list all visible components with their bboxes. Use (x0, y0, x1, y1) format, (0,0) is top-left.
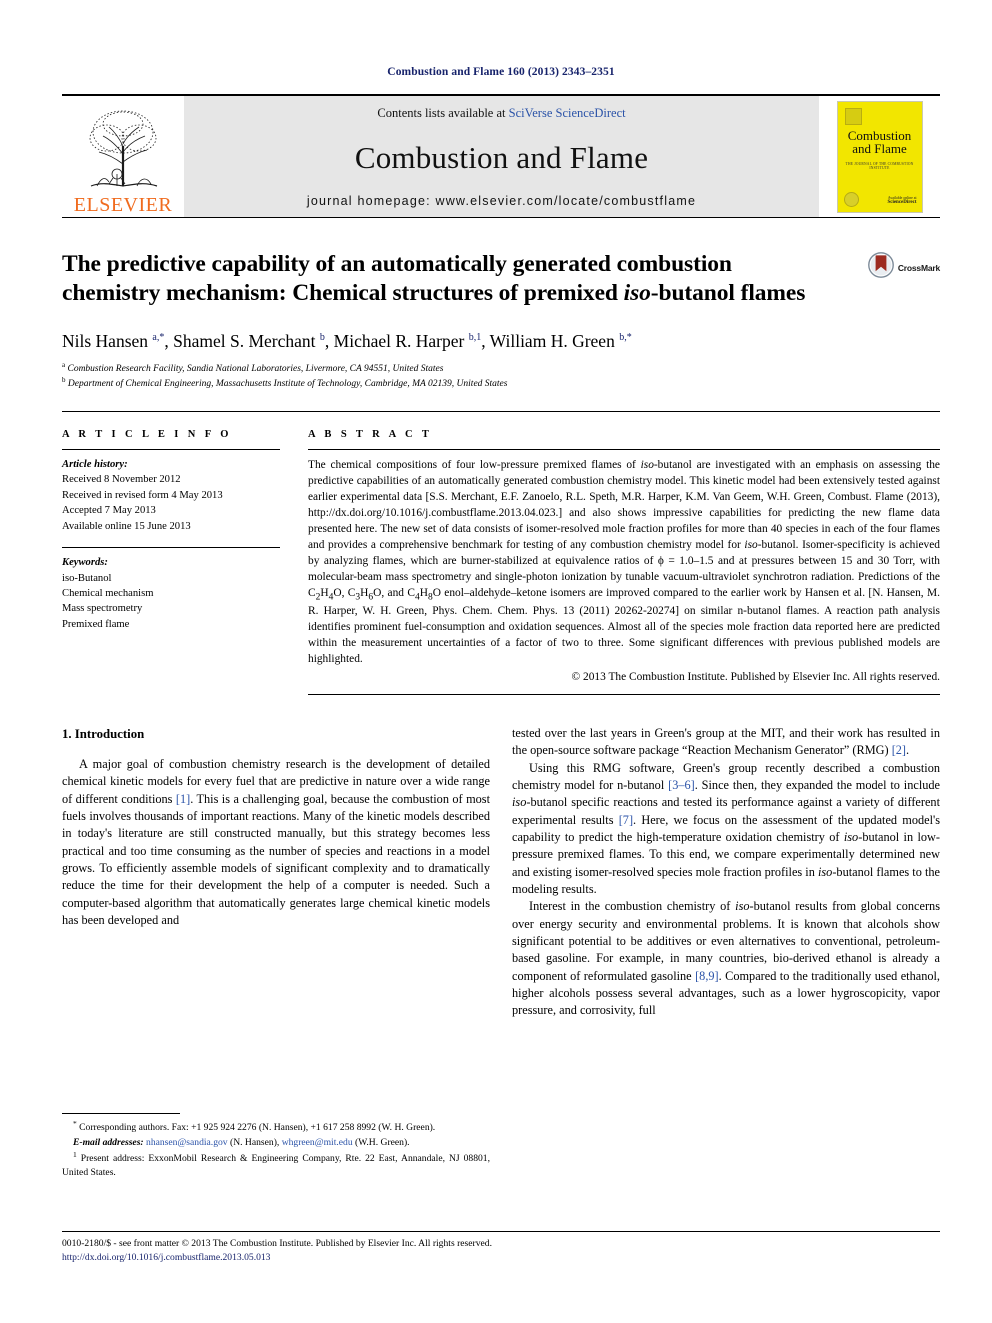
footnote-corresponding-authors: * Corresponding authors. Fax: +1 925 924… (73, 1119, 436, 1134)
article-history-label: Article history: (62, 458, 128, 470)
keyword-item: Premixed flame (62, 618, 130, 630)
article-history-group: Article history: Received 8 November 201… (62, 450, 280, 534)
elsevier-wordmark: ELSEVIER (73, 194, 173, 216)
paragraph: Interest in the combustion chemistry of … (512, 899, 940, 1018)
crossmark-area: CrossMark (848, 250, 940, 308)
crossmark-badge[interactable]: CrossMark (867, 252, 940, 283)
keywords-group: Keywords: iso-Butanol Chemical mechanism… (62, 547, 280, 632)
elsevier-logo: ELSEVIER (62, 96, 184, 217)
footnote-divider (62, 1113, 180, 1114)
journal-homepage-link[interactable]: journal homepage: www.elsevier.com/locat… (307, 194, 696, 208)
section-heading-introduction: 1. Introduction (62, 727, 145, 742)
elsevier-tree-icon (77, 106, 169, 194)
keywords-label: Keywords: (62, 557, 108, 569)
abstract-heading: A B S T R A C T (308, 428, 433, 440)
title-text-wrap: The predictive capability of an automati… (62, 250, 848, 308)
footer-doi-link[interactable]: http://dx.doi.org/10.1016/j.combustflame… (62, 1251, 940, 1265)
journal-cover-wrap: Combustion and Flame THE JOURNAL OF THE … (819, 96, 940, 217)
running-head: Combustion and Flame 160 (2013) 2343–235… (387, 66, 615, 78)
footnote-email-addresses: E-mail addresses: nhansen@sandia.gov (N.… (73, 1136, 410, 1148)
cover-title: Combustion and Flame (847, 127, 912, 157)
history-item: Received in revised form 4 May 2013 (62, 489, 223, 501)
page-footer: 0010-2180/$ - see front matter © 2013 Th… (62, 1231, 940, 1266)
article-info-heading: A R T I C L E I N F O (62, 428, 232, 440)
contents-available-line: Contents lists available at SciVerse Sci… (377, 106, 625, 121)
paragraph: Using this RMG software, Green's group r… (512, 760, 940, 896)
journal-masthead: ELSEVIER Contents lists available at Sci… (62, 94, 940, 217)
history-item: Accepted 7 May 2013 (62, 505, 156, 517)
keyword-item: Chemical mechanism (62, 587, 154, 599)
affiliation-a: a Combustion Research Facility, Sandia N… (62, 360, 444, 374)
masthead-center: Contents lists available at SciVerse Sci… (184, 96, 819, 217)
crossmark-icon (867, 252, 894, 283)
cover-seal-icon (843, 191, 859, 207)
divider (308, 694, 940, 696)
footnote-present-address: 1 Present address: ExxonMobil Research &… (62, 1150, 490, 1179)
abstract-copyright: © 2013 The Combustion Institute. Publish… (571, 671, 940, 684)
contents-prefix: Contents lists available at (377, 106, 509, 120)
affiliations: a Combustion Research Facility, Sandia N… (62, 361, 940, 392)
keyword-item: Mass spectrometry (62, 603, 143, 615)
abstract-text: The chemical compositions of four low-pr… (308, 458, 940, 666)
page-title: The predictive capability of an automati… (62, 251, 806, 306)
abstract-column: A B S T R A C T The chemical composition… (308, 428, 940, 696)
journal-title: Combustion and Flame (354, 139, 649, 175)
cover-bottom-text: Available online at ScienceDirect (887, 195, 917, 206)
cover-publisher-mark-icon (844, 107, 862, 125)
body-column-right: tested over the last years in Green's gr… (512, 725, 940, 1020)
body-column-left: 1. Introduction A major goal of combusti… (62, 725, 490, 1020)
body-columns: 1. Introduction A major goal of combusti… (62, 725, 940, 1020)
author-list: Nils Hansen a,*, Shamel S. Merchant b, M… (62, 330, 632, 351)
footnotes-block: * Corresponding authors. Fax: +1 925 924… (62, 1113, 490, 1181)
title-block: The predictive capability of an automati… (62, 217, 940, 308)
cover-subtitle: THE JOURNAL OF THE COMBUSTION INSTITUTE (845, 161, 914, 170)
paragraph: A major goal of combustion chemistry res… (62, 757, 490, 927)
page-content: Combustion and Flame 160 (2013) 2343–235… (62, 0, 940, 1020)
paper-page: Combustion and Flame 160 (2013) 2343–235… (0, 0, 992, 1323)
sciencedirect-link[interactable]: SciVerse ScienceDirect (509, 106, 626, 120)
crossmark-label: CrossMark (897, 262, 940, 273)
keyword-item: iso-Butanol (62, 572, 112, 584)
info-abstract-section: A R T I C L E I N F O Article history: R… (62, 410, 940, 696)
history-item: Received 8 November 2012 (62, 474, 181, 486)
article-info-column: A R T I C L E I N F O Article history: R… (62, 429, 308, 695)
affiliation-b: b Department of Chemical Engineering, Ma… (62, 376, 508, 390)
footer-issn-line: 0010-2180/$ - see front matter © 2013 Th… (62, 1238, 492, 1249)
paragraph: tested over the last years in Green's gr… (512, 726, 940, 758)
journal-cover-thumbnail: Combustion and Flame THE JOURNAL OF THE … (836, 100, 923, 213)
history-item: Available online 15 June 2013 (62, 520, 191, 532)
